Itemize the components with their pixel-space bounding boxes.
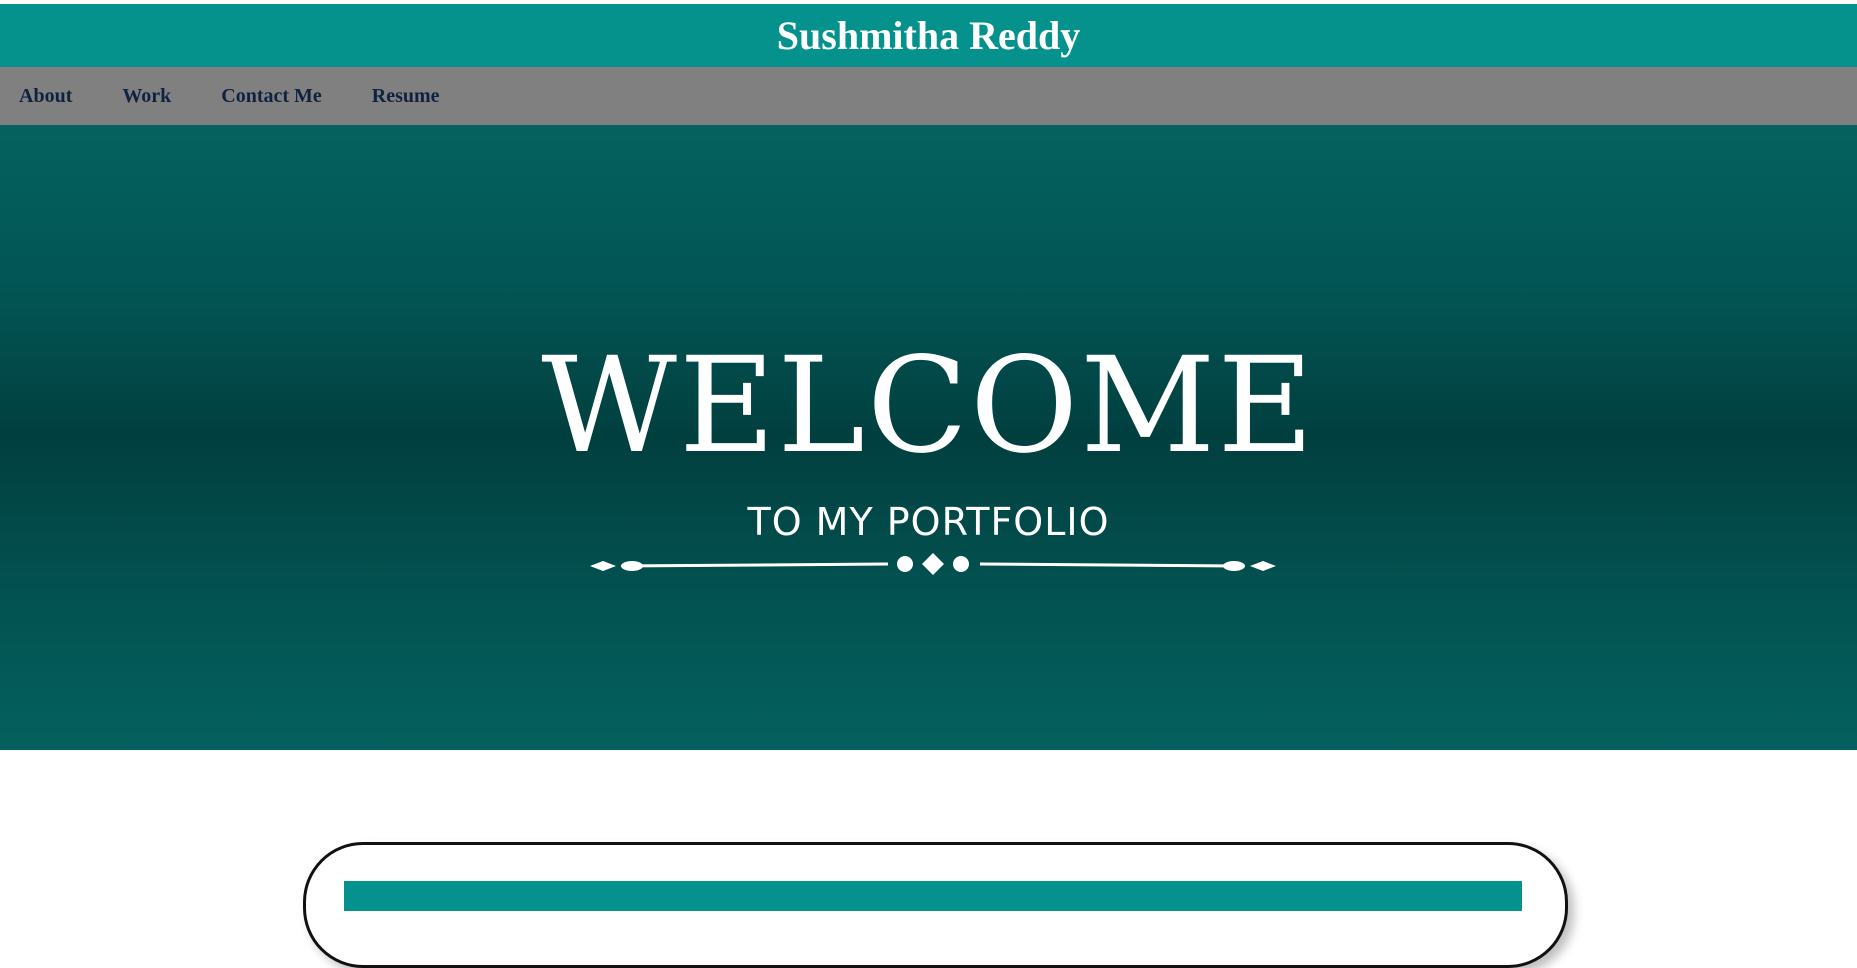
nav-link-work[interactable]: Work bbox=[122, 85, 171, 108]
nav-link-contact[interactable]: Contact Me bbox=[221, 85, 322, 108]
site-header: Sushmitha Reddy bbox=[0, 4, 1857, 67]
ornamental-divider-icon bbox=[590, 553, 1276, 575]
nav-link-about[interactable]: About bbox=[19, 85, 72, 108]
main-nav: About Work Contact Me Resume bbox=[0, 67, 1857, 125]
nav-link-resume[interactable]: Resume bbox=[372, 85, 440, 108]
hero-banner: WELCOME TO MY PORTFOLIO bbox=[0, 125, 1857, 750]
content-card-header-bar bbox=[344, 881, 1522, 911]
site-title: Sushmitha Reddy bbox=[776, 13, 1081, 58]
